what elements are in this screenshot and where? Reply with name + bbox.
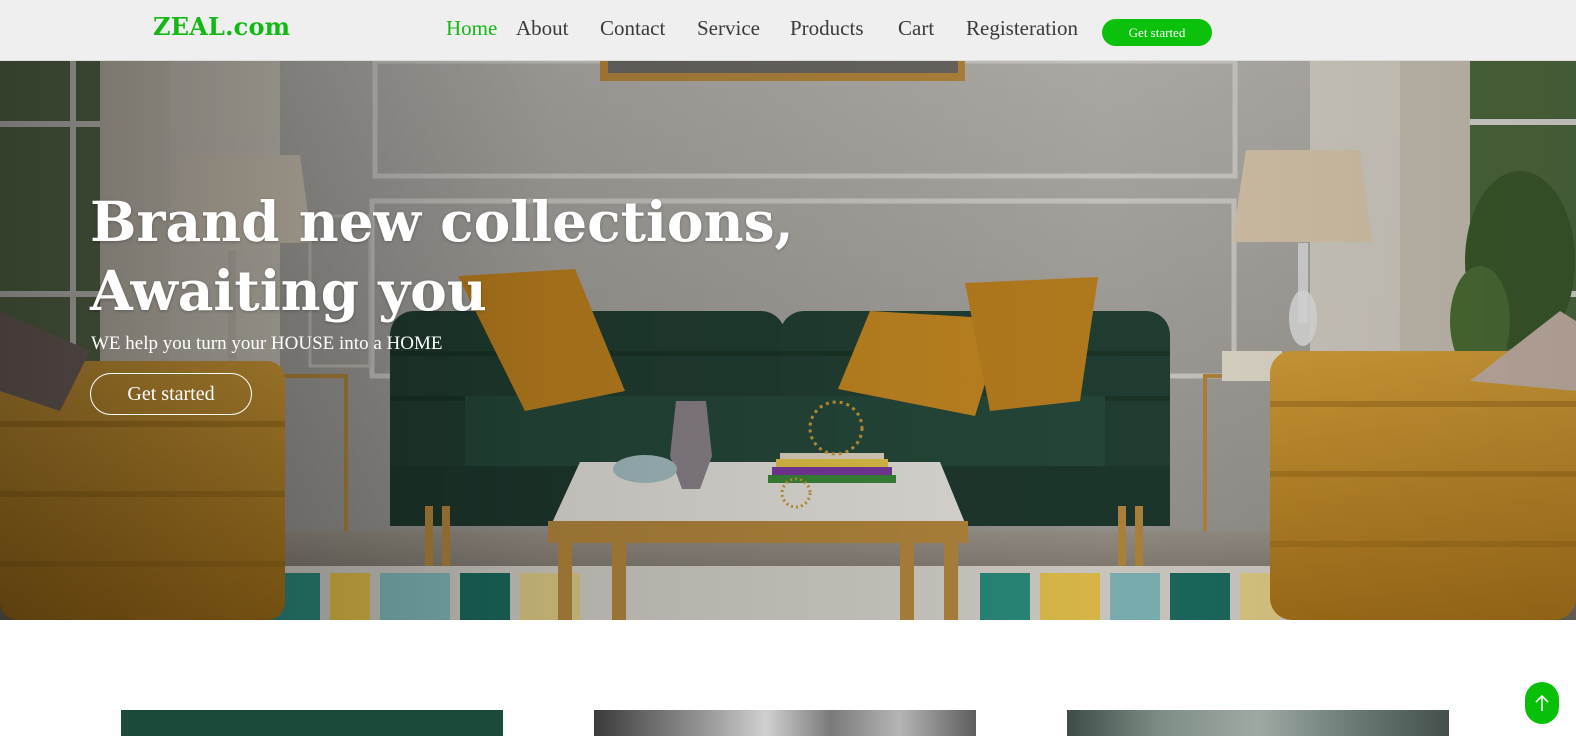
collection-card-3-image[interactable] <box>1067 710 1449 736</box>
hero-banner: Brand new collections, Awaiting you WE h… <box>0 61 1576 620</box>
nav-contact[interactable]: Contact <box>600 16 665 41</box>
hero-title: Brand new collections, Awaiting you <box>90 187 794 325</box>
brand-logo[interactable]: ZEAL.com <box>153 12 290 41</box>
nav-about[interactable]: About <box>516 16 569 41</box>
nav-home[interactable]: Home <box>446 16 497 41</box>
arrow-up-icon <box>1535 694 1549 711</box>
nav-registration[interactable]: Registeration <box>966 16 1078 41</box>
nav-products[interactable]: Products <box>790 16 864 41</box>
nav-cart[interactable]: Cart <box>898 16 934 41</box>
nav-service[interactable]: Service <box>697 16 760 41</box>
hero-title-line-1: Brand new collections, <box>90 189 794 254</box>
collection-card-2-image[interactable] <box>594 710 976 736</box>
collection-card-1-image[interactable] <box>121 710 503 736</box>
hero-get-started-button[interactable]: Get started <box>90 373 252 415</box>
top-navbar: ZEAL.com Home About Contact Service Prod… <box>0 0 1576 61</box>
hero-subtitle: WE help you turn your HOUSE into a HOME <box>91 333 443 354</box>
scroll-to-top-button[interactable] <box>1525 682 1559 724</box>
nav-get-started-button[interactable]: Get started <box>1102 19 1212 46</box>
hero-title-line-2: Awaiting you <box>90 258 487 323</box>
